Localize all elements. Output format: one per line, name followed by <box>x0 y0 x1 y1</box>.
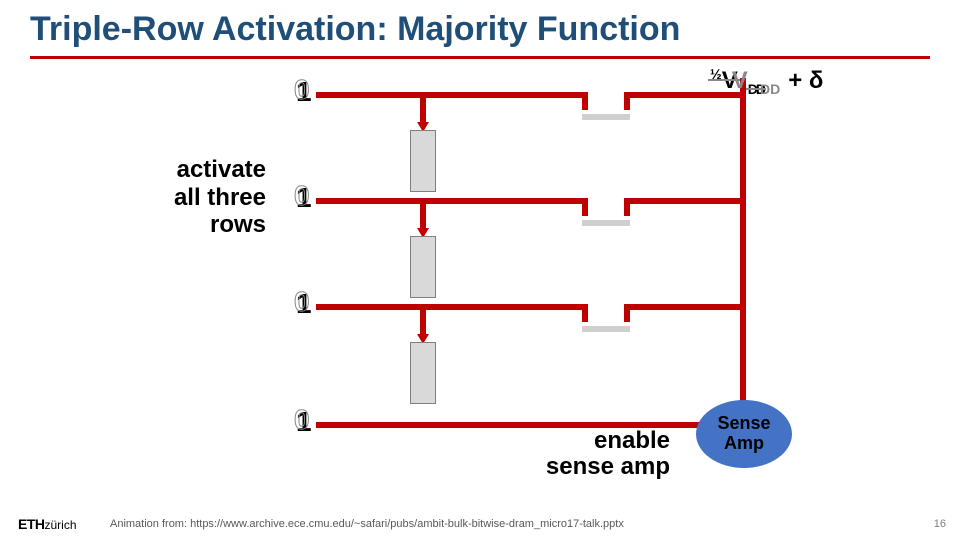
slide: Triple-Row Activation: Majority Function… <box>0 0 960 540</box>
row-bit-3: 1 0 <box>296 288 312 320</box>
wordline-2b <box>630 198 746 204</box>
footer-citation: Animation from: https://www.archive.ece.… <box>110 518 624 530</box>
transistor-1-post-l <box>582 92 588 110</box>
sense-amp: Sense Amp <box>696 400 792 468</box>
stem-3 <box>420 304 426 336</box>
capacitor-1 <box>410 130 436 192</box>
stem-2 <box>420 198 426 230</box>
eth-logo: ETHzürich <box>18 516 77 532</box>
transistor-1-gate <box>582 114 630 120</box>
title-underline <box>30 56 930 59</box>
transistor-3-gate <box>582 326 630 332</box>
enable-label: enable sense amp <box>480 428 670 481</box>
wordline-2 <box>316 198 582 204</box>
wordline-3 <box>316 304 582 310</box>
row-bit-1: 1 0 <box>296 76 312 108</box>
row-bit-4: 1 0 <box>296 406 312 438</box>
transistor-2-post-l <box>582 198 588 216</box>
capacitor-3 <box>410 342 436 404</box>
page-number: 16 <box>934 518 946 530</box>
row-bit-2: 1 0 <box>296 182 312 214</box>
dram-diagram: ½V VDDDD+ δ 1 0 1 0 1 <box>0 70 960 490</box>
voltage-dd: DDDD <box>748 81 784 97</box>
wordline-1b <box>630 92 746 98</box>
wordline-3b <box>630 304 746 310</box>
voltage-delta: + δ <box>788 67 823 94</box>
wordline-1 <box>316 92 582 98</box>
transistor-3-post-l <box>582 304 588 322</box>
capacitor-2 <box>410 236 436 298</box>
page-title: Triple-Row Activation: Majority Function <box>30 10 680 49</box>
transistor-2-gate <box>582 220 630 226</box>
activate-label: activate all three rows <box>66 156 266 239</box>
stem-1 <box>420 92 426 124</box>
